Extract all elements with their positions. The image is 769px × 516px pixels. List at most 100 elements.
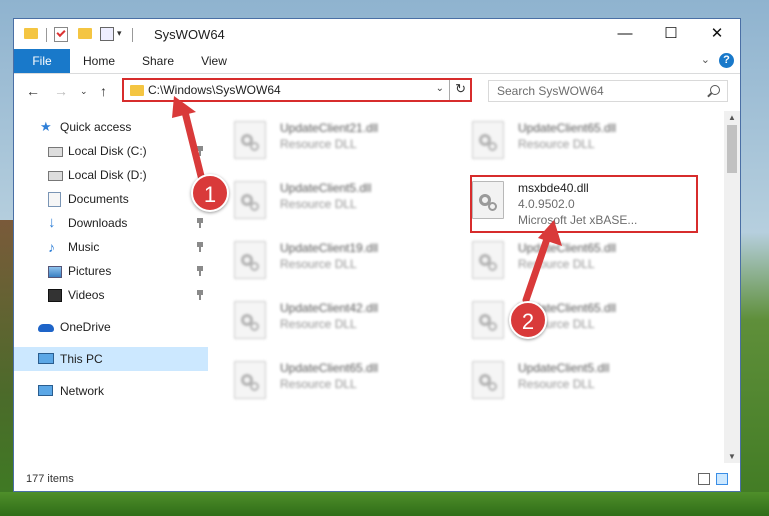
sidebar-item-onedrive[interactable]: OneDrive: [14, 315, 208, 339]
new-folder-icon[interactable]: [78, 28, 92, 39]
list-item[interactable]: UpdateClient65.dll Resource DLL: [472, 297, 702, 349]
list-item[interactable]: UpdateClient65.dll Resource DLL: [472, 237, 702, 289]
file-type: Resource DLL: [280, 317, 357, 331]
list-item[interactable]: UpdateClient5.dll Resource DLL: [234, 177, 464, 229]
sidebar-item-label: Network: [60, 384, 105, 398]
sidebar-item-network[interactable]: Network: [14, 379, 208, 403]
list-item[interactable]: UpdateClient42.dll Resource DLL: [234, 297, 464, 349]
properties-check-icon[interactable]: [54, 27, 68, 42]
vertical-scrollbar[interactable]: ▲ ▼: [724, 111, 740, 463]
sidebar-item-local-disk-d[interactable]: Local Disk (D:): [14, 163, 204, 187]
details-view-icon[interactable]: [698, 473, 710, 485]
rename-icon[interactable]: [100, 27, 114, 41]
dll-file-icon: [234, 121, 266, 159]
sidebar-item-downloads[interactable]: ↓ Downloads: [14, 211, 204, 235]
sidebar-item-videos[interactable]: Videos: [14, 283, 204, 307]
file-type: Resource DLL: [280, 377, 357, 391]
file-name: UpdateClient42.dll: [280, 301, 379, 315]
tab-view[interactable]: View: [194, 49, 234, 73]
drive-icon: [48, 147, 63, 157]
sidebar-item-label: Quick access: [60, 120, 132, 134]
maximize-button[interactable]: ☐: [648, 19, 694, 49]
search-input[interactable]: Search SysWOW64: [488, 80, 728, 102]
dll-file-icon: [472, 241, 504, 279]
step-2-badge: 2: [509, 301, 547, 339]
star-icon: ★: [40, 119, 52, 134]
toolbar-divider: [132, 28, 133, 42]
sidebar-item-label: Local Disk (C:): [68, 144, 147, 158]
scroll-up-icon[interactable]: ▲: [728, 113, 736, 122]
file-type: Resource DLL: [518, 137, 595, 151]
toolbar-divider: [46, 28, 47, 42]
dll-file-icon: [234, 301, 266, 339]
forward-arrow-icon[interactable]: →: [54, 83, 68, 99]
close-button[interactable]: ✕: [694, 19, 740, 49]
list-item[interactable]: UpdateClient19.dll Resource DLL: [234, 237, 464, 289]
dll-file-icon: [234, 361, 266, 399]
help-icon[interactable]: ?: [719, 53, 734, 68]
file-type: Resource DLL: [518, 257, 595, 271]
file-type: Resource DLL: [280, 137, 357, 151]
tab-file[interactable]: File: [14, 49, 70, 73]
folder-icon: [24, 28, 38, 39]
up-arrow-icon[interactable]: ↑: [100, 83, 107, 99]
address-dropdown-icon[interactable]: ⌄: [436, 83, 444, 94]
sidebar-item-pictures[interactable]: Pictures: [14, 259, 204, 283]
sidebar-item-local-disk-c[interactable]: Local Disk (C:): [14, 139, 204, 163]
file-name: UpdateClient5.dll: [518, 361, 610, 375]
music-icon: ♪: [48, 239, 55, 255]
list-item[interactable]: UpdateClient21.dll Resource DLL: [234, 117, 464, 169]
step-1-badge: 1: [191, 174, 229, 212]
file-type: Resource DLL: [280, 257, 357, 271]
scroll-thumb[interactable]: [727, 125, 737, 173]
sidebar-item-label: OneDrive: [60, 320, 111, 334]
download-icon: ↓: [48, 214, 56, 231]
list-item[interactable]: UpdateClient65.dll Resource DLL: [234, 357, 464, 409]
pin-icon[interactable]: [196, 242, 204, 252]
search-placeholder: Search SysWOW64: [497, 84, 604, 98]
file-type: Resource DLL: [280, 197, 357, 211]
address-divider: [449, 80, 450, 100]
back-arrow-icon[interactable]: ←: [26, 83, 40, 99]
pin-icon[interactable]: [196, 290, 204, 300]
file-name: UpdateClient5.dll: [280, 181, 372, 195]
dll-file-icon: [472, 361, 504, 399]
file-name: UpdateClient21.dll: [280, 121, 379, 135]
expand-ribbon-icon[interactable]: ⌄: [701, 53, 710, 66]
large-icons-view-icon[interactable]: [716, 473, 728, 485]
computer-icon: [38, 353, 54, 364]
dll-file-icon: [472, 121, 504, 159]
address-bar[interactable]: C:\Windows\SysWOW64 ⌄ ↻: [122, 78, 472, 102]
sidebar-item-label: Pictures: [68, 264, 112, 278]
window-title: SysWOW64: [154, 27, 225, 42]
search-icon[interactable]: [710, 85, 720, 95]
sidebar-item-quick-access[interactable]: ★ Quick access: [14, 115, 208, 139]
file-type: Resource DLL: [518, 377, 595, 391]
address-path[interactable]: C:\Windows\SysWOW64: [148, 83, 281, 97]
recent-locations-icon[interactable]: ⌄: [80, 86, 88, 97]
list-item[interactable]: UpdateClient5.dll Resource DLL: [472, 357, 702, 409]
sidebar-item-documents[interactable]: Documents: [14, 187, 204, 211]
sidebar-item-label: Local Disk (D:): [68, 168, 147, 182]
sidebar-item-label: Documents: [68, 192, 129, 206]
tab-home[interactable]: Home: [76, 49, 122, 73]
tab-share[interactable]: Share: [136, 49, 180, 73]
item-count: 177 items: [26, 473, 74, 485]
pin-icon[interactable]: [196, 146, 204, 156]
videos-icon: [48, 289, 62, 302]
list-item[interactable]: UpdateClient65.dll Resource DLL: [472, 117, 702, 169]
sidebar-item-this-pc[interactable]: This PC: [14, 347, 208, 371]
minimize-button[interactable]: —: [602, 19, 648, 49]
pin-icon[interactable]: [196, 266, 204, 276]
sidebar-item-music[interactable]: ♪ Music: [14, 235, 204, 259]
network-icon: [38, 385, 53, 396]
sidebar-item-label: This PC: [60, 352, 103, 366]
quick-access-dropdown-icon[interactable]: ▾: [117, 28, 122, 44]
sidebar-item-label: Downloads: [68, 216, 128, 230]
scroll-down-icon[interactable]: ▼: [728, 452, 736, 461]
folder-icon: [130, 85, 144, 96]
refresh-icon[interactable]: ↻: [455, 81, 466, 97]
status-bar: 177 items: [14, 469, 740, 491]
file-name: UpdateClient65.dll: [280, 361, 379, 375]
pin-icon[interactable]: [196, 218, 204, 228]
